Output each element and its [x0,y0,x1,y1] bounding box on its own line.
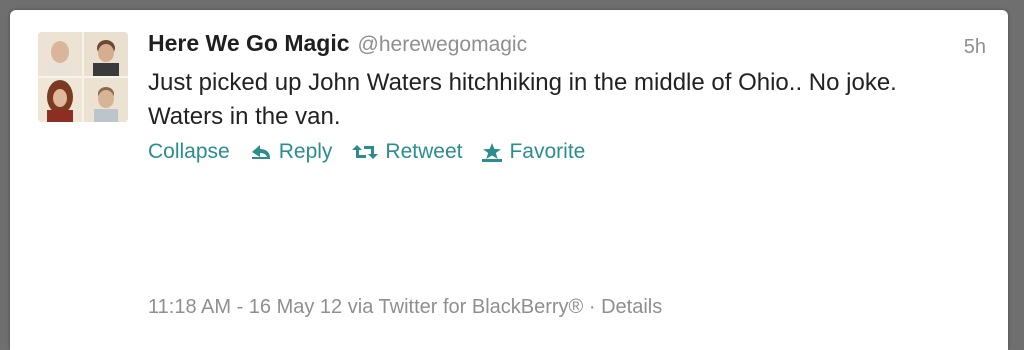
reply-arrow-icon [251,145,270,159]
tweet-datetime: 11:18 AM - 16 May 12 [148,296,343,318]
reply-label: Reply [278,140,333,163]
retweet-button[interactable]: Retweet [352,140,462,164]
favorite-label: Favorite [509,140,586,163]
tweet-header: Here We Go Magic @herewegomagic [148,30,527,64]
collapse-label: Collapse [148,140,230,163]
tweet-card: Here We Go Magic @herewegomagic 5h Just … [10,10,1008,350]
band-photo-grid [38,32,128,122]
collapse-link[interactable]: Collapse [148,140,230,164]
star-icon [482,143,503,162]
avatar[interactable] [38,32,128,122]
tweet-source: via Twitter for BlackBerry® [347,296,584,318]
tweet-footer: 11:18 AM - 16 May 12 via Twitter for Bla… [148,296,662,319]
tweet-text: Just picked up John Waters hitchhiking i… [148,69,897,130]
footer-separator: · [588,296,596,318]
reply-button[interactable]: Reply [250,140,333,164]
favorite-button[interactable]: Favorite [482,140,585,164]
tweet-timestamp[interactable]: 5h [964,36,986,59]
user-handle[interactable]: @herewegomagic [358,33,528,57]
details-link[interactable]: Details [601,296,662,318]
retweet-label: Retweet [385,140,463,163]
tweet-actions: Collapse Reply Retweet Favorite [148,140,605,164]
retweet-arrows-icon [352,145,379,159]
user-name[interactable]: Here We Go Magic [148,30,350,57]
